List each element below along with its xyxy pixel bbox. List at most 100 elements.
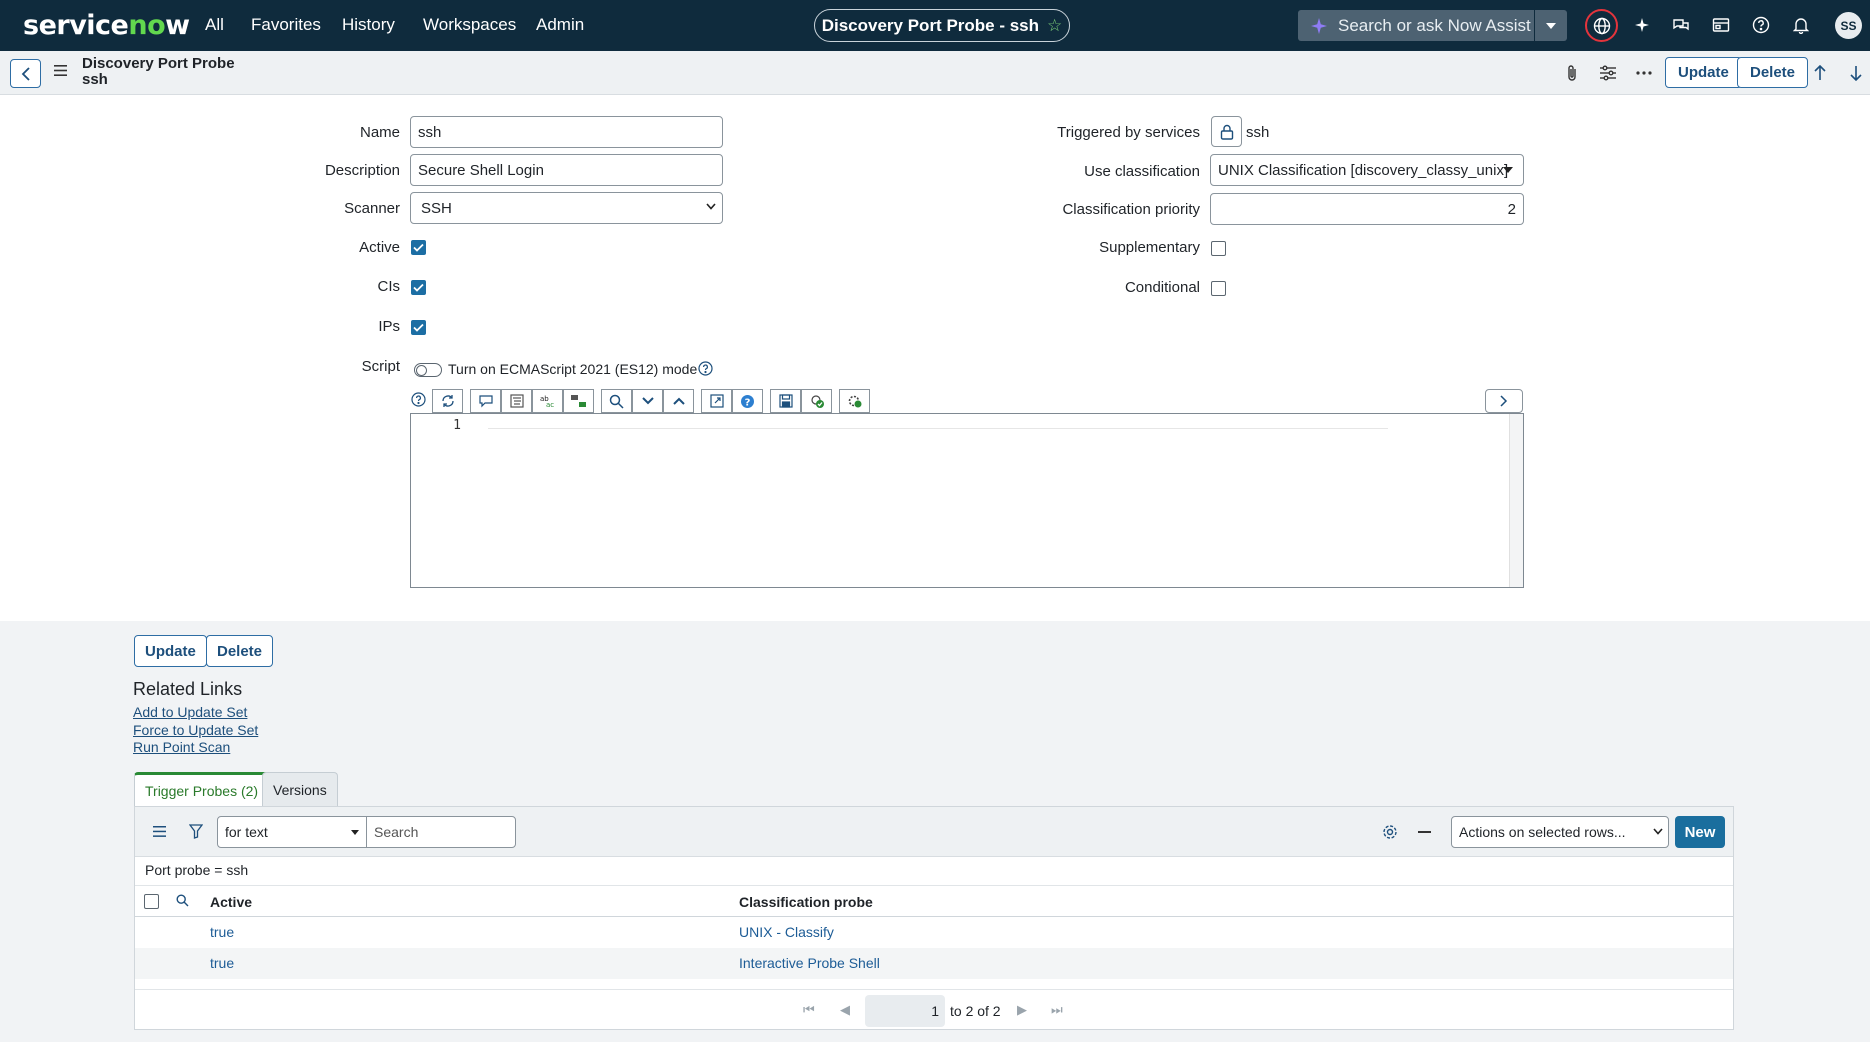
editor-scrollbar[interactable]: [1509, 414, 1523, 587]
list-settings-gear-icon[interactable]: [1382, 824, 1398, 840]
conditional-checkbox[interactable]: [1211, 281, 1226, 296]
cell-active[interactable]: true: [210, 924, 234, 940]
user-avatar[interactable]: SS: [1835, 12, 1862, 39]
top-navigation-bar: servicenow All Favorites History Workspa…: [0, 0, 1870, 51]
lock-icon: [1220, 124, 1234, 140]
bottom-delete-button[interactable]: Delete: [206, 635, 274, 667]
tab-versions[interactable]: Versions: [262, 772, 338, 806]
actions-select-value: Actions on selected rows...: [1459, 824, 1626, 840]
column-search-icon[interactable]: [176, 894, 189, 907]
page-title: Discovery Port Probe - ssh: [821, 15, 1040, 35]
notifications-bell-icon[interactable]: [1789, 13, 1813, 37]
first-page-icon[interactable]: ⏮: [803, 1002, 815, 1018]
chevron-left-icon: [21, 66, 31, 81]
bottom-update-button[interactable]: Update: [134, 635, 207, 667]
column-header-active[interactable]: Active: [210, 894, 252, 910]
chevron-down-icon: [706, 203, 716, 210]
next-record-arrow-icon[interactable]: [1846, 63, 1866, 83]
list-menu-icon[interactable]: [153, 826, 166, 837]
script-help-circle-icon[interactable]: ?: [732, 389, 763, 413]
previous-page-icon[interactable]: ◀: [840, 1002, 850, 1018]
nav-admin[interactable]: Admin: [536, 15, 584, 35]
attachment-icon[interactable]: [1562, 63, 1582, 83]
personalize-form-icon[interactable]: [1598, 63, 1618, 83]
force-to-update-set-link[interactable]: Force to Update Set: [133, 722, 258, 738]
replace-icon[interactable]: ab ac: [532, 389, 563, 413]
nav-favorites[interactable]: Favorites: [251, 15, 321, 35]
ips-checkbox[interactable]: [411, 320, 426, 335]
form-menu-icon[interactable]: [54, 65, 67, 76]
classification-priority-field[interactable]: 2: [1210, 193, 1524, 225]
form-header: Discovery Port Probe ssh Update Delete: [0, 51, 1870, 95]
more-options-icon[interactable]: [1634, 63, 1654, 83]
servicenow-logo[interactable]: servicenow: [23, 10, 190, 41]
search-dropdown-button[interactable]: [1535, 10, 1567, 41]
record-form: Name ssh Description Secure Shell Login …: [0, 96, 1870, 621]
toggle-syntax-icon[interactable]: [432, 389, 463, 413]
tab-trigger-probes[interactable]: Trigger Probes (2): [134, 772, 270, 806]
scanner-value: SSH: [421, 199, 452, 217]
page-number-input[interactable]: 1: [865, 995, 945, 1027]
now-assist-icon[interactable]: [1630, 13, 1654, 37]
ips-label: IPs: [378, 318, 400, 335]
next-page-icon[interactable]: ▶: [1017, 1002, 1027, 1018]
table-row: true Interactive Probe Shell: [135, 948, 1733, 979]
nav-workspaces[interactable]: Workspaces: [423, 15, 516, 35]
use-classification-select[interactable]: UNIX Classification [discovery_classy_un…: [1210, 154, 1524, 186]
previous-record-arrow-icon[interactable]: [1810, 63, 1830, 83]
nav-history[interactable]: History: [342, 15, 395, 35]
list-search-input[interactable]: Search: [366, 816, 516, 848]
save-icon[interactable]: [770, 389, 801, 413]
column-header-classification-probe[interactable]: Classification probe: [739, 894, 873, 910]
collapse-list-icon[interactable]: [1418, 831, 1431, 833]
format-code-icon[interactable]: [501, 389, 532, 413]
search-field-value: for text: [225, 824, 268, 840]
chat-icon[interactable]: [1669, 13, 1693, 37]
add-to-update-set-link[interactable]: Add to Update Set: [133, 704, 247, 720]
cell-active[interactable]: true: [210, 955, 234, 971]
global-search-input[interactable]: Search or ask Now Assist: [1298, 10, 1534, 41]
expand-editor-button[interactable]: [1485, 389, 1523, 413]
find-previous-icon[interactable]: [663, 389, 694, 413]
page-range-text: to 2 of 2: [950, 1003, 1001, 1019]
context-title-pill[interactable]: Discovery Port Probe - ssh ☆: [814, 9, 1070, 42]
cell-classification-probe[interactable]: Interactive Probe Shell: [739, 955, 880, 971]
select-all-checkbox[interactable]: [144, 894, 159, 909]
lock-button[interactable]: [1211, 116, 1242, 147]
name-field[interactable]: ssh: [410, 116, 723, 148]
supplementary-checkbox[interactable]: [1211, 241, 1226, 256]
script-settings-icon[interactable]: [839, 389, 870, 413]
search-icon[interactable]: [601, 389, 632, 413]
active-checkbox[interactable]: [411, 240, 426, 255]
header-delete-button[interactable]: Delete: [1737, 57, 1809, 88]
help-icon[interactable]: [1749, 13, 1773, 37]
filter-icon[interactable]: [189, 824, 203, 839]
new-button[interactable]: New: [1675, 816, 1725, 848]
search-placeholder: Search or ask Now Assist: [1338, 15, 1531, 35]
cell-classification-probe[interactable]: UNIX - Classify: [739, 924, 834, 940]
use-classification-value: UNIX Classification [discovery_classy_un…: [1218, 161, 1509, 179]
globe-button[interactable]: [1585, 9, 1618, 42]
script-help-icon[interactable]: [411, 392, 426, 407]
es12-toggle[interactable]: [414, 363, 442, 377]
find-next-icon[interactable]: [632, 389, 663, 413]
use-classification-label: Use classification: [1084, 163, 1200, 180]
script-debugger-icon[interactable]: [801, 389, 832, 413]
scanner-select[interactable]: SSH: [410, 192, 723, 224]
nav-all[interactable]: All: [205, 15, 224, 35]
last-page-icon[interactable]: ⏭: [1051, 1002, 1063, 1018]
replace-all-icon[interactable]: [563, 389, 594, 413]
search-field-select[interactable]: for text: [217, 816, 367, 848]
script-editor[interactable]: 1: [410, 413, 1524, 588]
cis-checkbox[interactable]: [411, 280, 426, 295]
actions-select[interactable]: Actions on selected rows...: [1451, 816, 1669, 848]
header-update-button[interactable]: Update: [1665, 57, 1742, 88]
es12-help-icon[interactable]: [698, 361, 713, 376]
run-point-scan-link[interactable]: Run Point Scan: [133, 739, 230, 755]
back-button[interactable]: [10, 59, 41, 88]
comment-icon[interactable]: [470, 389, 501, 413]
workspace-card-icon[interactable]: [1709, 13, 1733, 37]
star-icon[interactable]: ☆: [1047, 16, 1062, 36]
description-field[interactable]: Secure Shell Login: [410, 154, 723, 186]
fullscreen-icon[interactable]: [701, 389, 732, 413]
